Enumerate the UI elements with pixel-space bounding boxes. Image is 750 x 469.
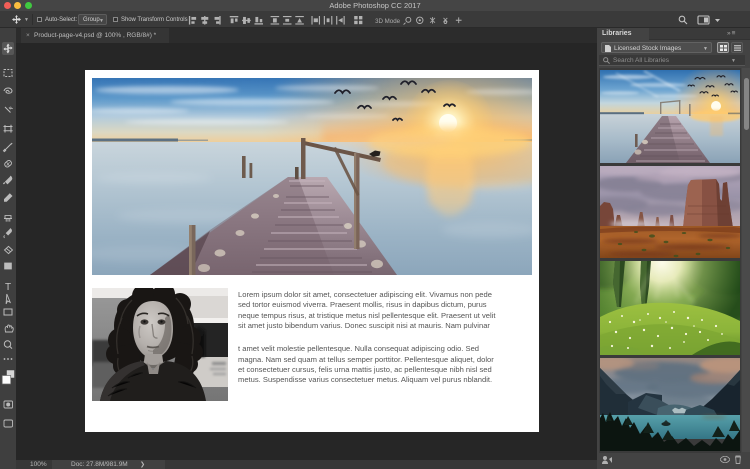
svg-text:T: T (5, 282, 11, 293)
svg-text:3D Mode: 3D Mode (375, 18, 401, 25)
